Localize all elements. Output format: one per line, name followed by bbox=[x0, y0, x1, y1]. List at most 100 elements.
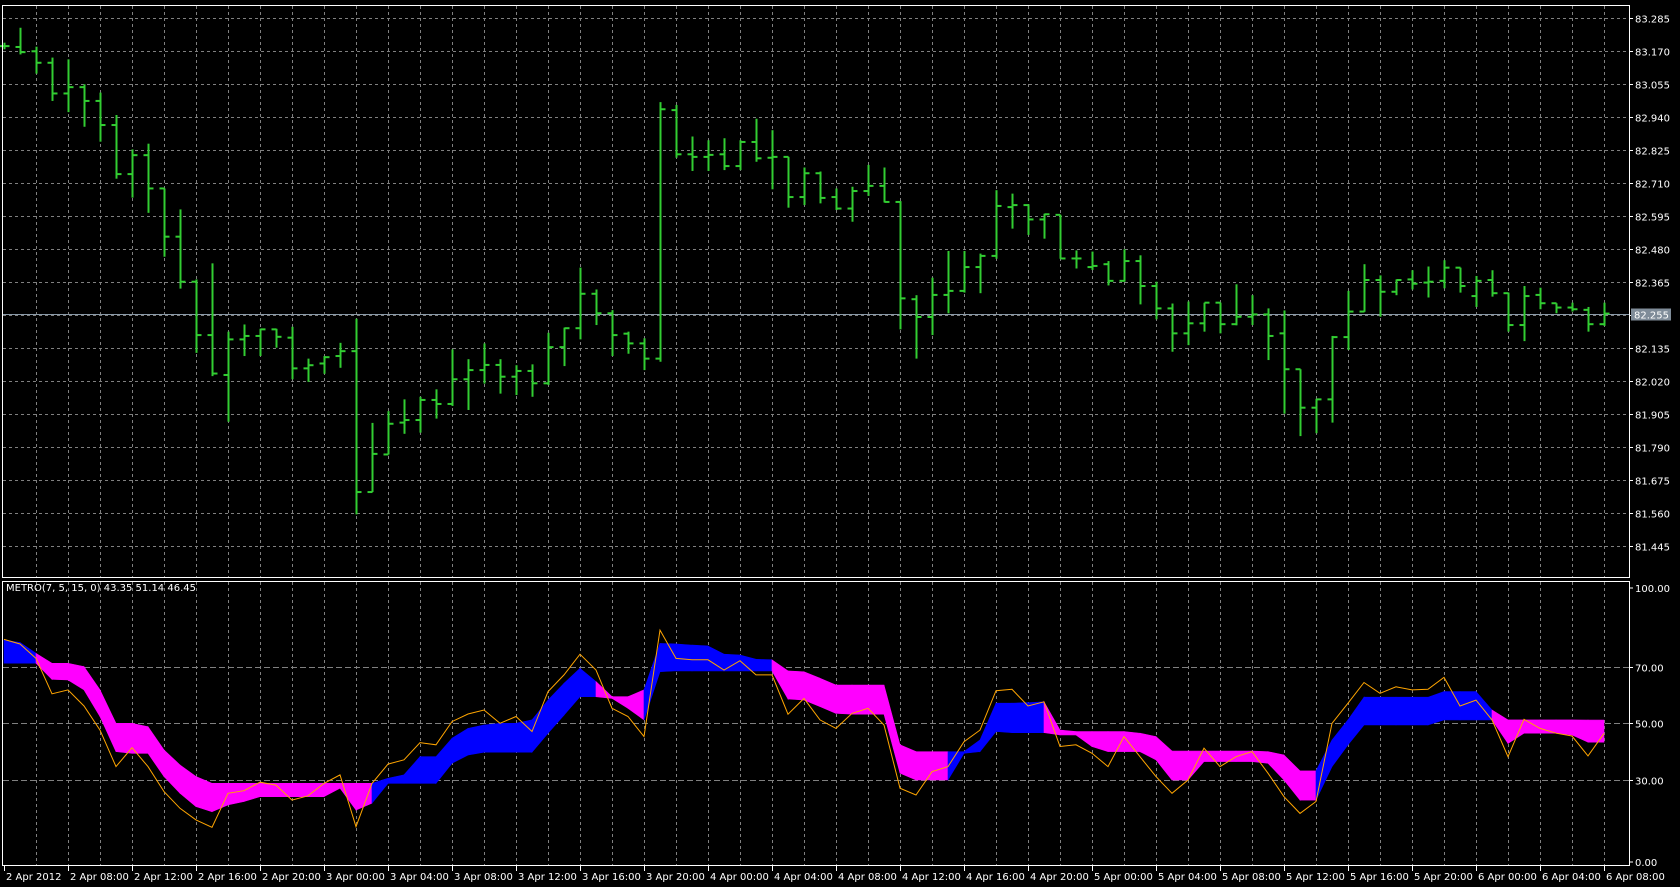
ohlc-bar bbox=[815, 171, 826, 204]
band-segment-down bbox=[787, 670, 805, 701]
band-segment-up bbox=[563, 667, 581, 716]
band-segment-up bbox=[675, 643, 693, 672]
ohlc-bar bbox=[319, 356, 330, 374]
ohlc-bar bbox=[287, 326, 298, 380]
y-tick-label: 83.055 bbox=[1635, 81, 1670, 92]
ohlc-bar bbox=[831, 188, 842, 210]
ohlc-bar bbox=[927, 277, 938, 336]
x-tick-label: 5 Apr 12:00 bbox=[1286, 872, 1345, 883]
ohlc-bar bbox=[1151, 281, 1162, 320]
ohlc-bar bbox=[1263, 308, 1274, 361]
ohlc-bar bbox=[783, 155, 794, 208]
ohlc-bar bbox=[1103, 261, 1114, 286]
x-tick-label: 2 Apr 2012 bbox=[6, 872, 61, 883]
band-segment-down bbox=[51, 662, 69, 681]
y-tick-label: 81.675 bbox=[1635, 477, 1670, 488]
band-segment-up bbox=[963, 739, 981, 754]
ohlc-bar bbox=[575, 267, 586, 340]
ohlc-bar bbox=[735, 140, 746, 171]
band-segment-up bbox=[1331, 719, 1349, 768]
band-segment-down bbox=[291, 783, 309, 797]
ohlc-bar bbox=[1167, 303, 1178, 352]
band-segment-down bbox=[1555, 719, 1573, 736]
chart-canvas: 83.285 83.170 83.055 82.940 82.825 82.710 82.5… bbox=[0, 5, 1671, 883]
band-segment-up bbox=[403, 755, 421, 784]
band-segment-up bbox=[1011, 702, 1029, 733]
ohlc-bar bbox=[447, 349, 458, 406]
indicator-title: METRO(7, 5, 15, 0) 43.35 51.14 46.45 bbox=[6, 583, 196, 594]
band-segment-up bbox=[691, 644, 709, 672]
indicator-y-tick-label: 30.00 bbox=[1635, 777, 1664, 788]
band-segment-down bbox=[819, 677, 837, 714]
axes: 83.285 83.170 83.055 82.940 82.825 82.710 82.5… bbox=[4, 15, 1671, 883]
ohlc-bar bbox=[1183, 301, 1194, 346]
ohlc-bar bbox=[527, 364, 538, 397]
ohlc-bar bbox=[1007, 193, 1018, 229]
band-segment-down bbox=[1507, 719, 1525, 744]
grid-lines bbox=[3, 6, 1629, 865]
ohlc-bar bbox=[0, 42, 10, 50]
ohlc-bar bbox=[751, 118, 762, 162]
indicator-y-tick-label: 100.00 bbox=[1635, 584, 1670, 595]
ohlc-bar bbox=[1247, 295, 1258, 326]
ohlc-bar bbox=[1551, 302, 1562, 314]
ohlc-bar bbox=[255, 328, 266, 357]
y-tick-label: 82.480 bbox=[1635, 246, 1670, 257]
x-tick-label: 5 Apr 16:00 bbox=[1350, 872, 1409, 883]
ohlc-bar bbox=[991, 190, 1002, 259]
ohlc-bar bbox=[703, 140, 714, 171]
ohlc-bar bbox=[191, 279, 202, 353]
ohlc-bar bbox=[975, 253, 986, 294]
ohlc-bar bbox=[1503, 292, 1514, 332]
y-tick-label: 82.710 bbox=[1635, 180, 1670, 191]
x-tick-label: 4 Apr 12:00 bbox=[902, 872, 961, 883]
ohlc-bar bbox=[623, 331, 634, 354]
ohlc-bar bbox=[463, 359, 474, 410]
ohlc-bar bbox=[863, 164, 874, 196]
ohlc-bar bbox=[223, 331, 234, 422]
band-segment-up bbox=[1379, 696, 1397, 726]
band-segment-down bbox=[611, 696, 629, 709]
ohlc-bar bbox=[207, 263, 218, 377]
band-segment-up bbox=[947, 751, 965, 782]
ohlc-bar bbox=[143, 143, 154, 213]
band-segment-up bbox=[1411, 696, 1429, 726]
y-tick-label: 83.170 bbox=[1635, 48, 1670, 59]
y-tick-label: 82.020 bbox=[1635, 378, 1670, 389]
band-segment-down bbox=[627, 689, 645, 721]
indicator-y-tick-label: 50.00 bbox=[1635, 720, 1664, 731]
x-tick-label: 3 Apr 20:00 bbox=[646, 872, 705, 883]
ohlc-bar bbox=[431, 389, 442, 419]
ohlc-bar bbox=[1439, 260, 1450, 289]
band-segment-up bbox=[707, 645, 725, 672]
band-segment-down bbox=[179, 764, 197, 808]
indicator-y-tick-label: 0.00 bbox=[1635, 858, 1657, 869]
band-segment-up bbox=[1443, 691, 1461, 721]
ohlc-bar bbox=[543, 332, 554, 386]
x-tick-label: 2 Apr 08:00 bbox=[70, 872, 129, 883]
ohlc-bar bbox=[1455, 266, 1466, 293]
ohlc-bar bbox=[1231, 284, 1242, 326]
band-segment-down bbox=[1267, 751, 1285, 781]
band-segment-down bbox=[99, 689, 117, 752]
band-segment-down bbox=[899, 744, 917, 781]
indicator-y-tick-label: 70.00 bbox=[1635, 664, 1664, 675]
ohlc-bar bbox=[1199, 301, 1210, 332]
ohlc-bar bbox=[335, 342, 346, 368]
ohlc-bar bbox=[303, 358, 314, 382]
band-segment-down bbox=[115, 722, 133, 754]
band-segment-down bbox=[1171, 750, 1189, 781]
x-tick-label: 3 Apr 04:00 bbox=[390, 872, 449, 883]
band-segment-down bbox=[1587, 719, 1605, 743]
band-segment-up bbox=[579, 667, 597, 697]
ohlc-bar bbox=[1391, 278, 1402, 296]
ohlc-bar bbox=[559, 327, 570, 367]
ohlc-bar bbox=[1215, 301, 1226, 334]
ohlc-bar bbox=[687, 136, 698, 171]
band-segment-down bbox=[147, 725, 165, 778]
band-segment-down bbox=[339, 783, 357, 811]
band-segment-up bbox=[1475, 690, 1493, 721]
band-segment-up bbox=[1459, 691, 1477, 721]
y-tick-label: 82.825 bbox=[1635, 147, 1670, 158]
band-segment-up bbox=[1027, 701, 1045, 733]
